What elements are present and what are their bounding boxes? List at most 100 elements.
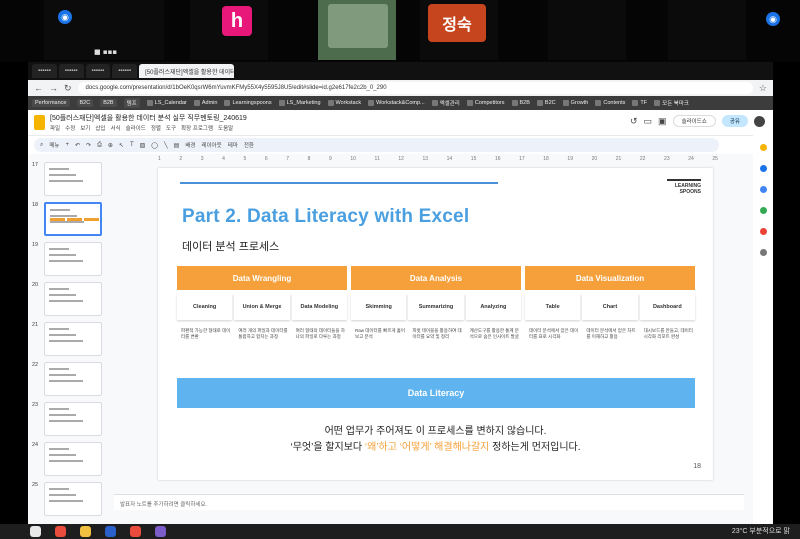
menu-item[interactable]: 삽입: [95, 124, 105, 132]
bookmark-item[interactable]: B2B: [511, 100, 530, 106]
slide-thumbnail[interactable]: [44, 202, 102, 236]
bookmark-item[interactable]: Workstack&Comp...: [368, 100, 425, 106]
menu-item[interactable]: 수정: [65, 124, 75, 132]
slide-thumbnail[interactable]: [44, 402, 102, 436]
bookmark-item[interactable]: Contents: [595, 100, 625, 106]
comment-icon[interactable]: ▭: [644, 116, 653, 127]
textbox-icon[interactable]: T: [130, 142, 134, 148]
image-icon[interactable]: ▨: [140, 142, 146, 149]
menu-item[interactable]: 정렬: [151, 124, 161, 132]
slideshow-button[interactable]: 슬라이드쇼: [672, 115, 716, 127]
print-icon[interactable]: ⎙: [97, 142, 102, 149]
bookmark-item[interactable]: Admin: [193, 100, 217, 106]
bookmark-item[interactable]: Performance: [32, 99, 70, 107]
bookmark-item[interactable]: Learningspoons: [224, 100, 272, 106]
bookmark-item[interactable]: Growth: [562, 100, 588, 106]
forward-icon[interactable]: →: [49, 83, 58, 93]
chrome-icon[interactable]: [55, 526, 66, 537]
toolbar-background[interactable]: 배경: [185, 141, 195, 149]
menu-item[interactable]: 파일: [50, 124, 60, 132]
slide-thumbnail[interactable]: [44, 322, 102, 356]
slides-logo-icon[interactable]: [34, 115, 45, 130]
bookmark-item[interactable]: B2C: [536, 100, 556, 106]
toolbar-layout[interactable]: 레이아웃: [201, 141, 221, 149]
app-icon[interactable]: [105, 526, 116, 537]
slide-thumbnail-row[interactable]: 21: [32, 322, 102, 356]
slide-thumbnail[interactable]: [44, 162, 102, 196]
app-icon[interactable]: [155, 526, 166, 537]
participant-tile[interactable]: [318, 0, 396, 60]
document-title[interactable]: [50플러스재단]엑셀을 활용한 데이터 분석 실무 직무멘토링_240619: [50, 113, 247, 123]
toolbar-transition[interactable]: 전환: [244, 141, 254, 149]
back-icon[interactable]: ←: [34, 83, 43, 93]
bookmark-item[interactable]: TF: [632, 100, 647, 106]
addon-icon[interactable]: [759, 228, 767, 235]
add-icon[interactable]: +: [66, 142, 70, 148]
bookmark-item[interactable]: 템프: [123, 98, 140, 108]
participant-tile[interactable]: 정숙: [420, 0, 498, 60]
share-button[interactable]: 공유: [721, 115, 748, 127]
menu-item[interactable]: 도구: [166, 124, 176, 132]
browser-tab[interactable]: ▪▪▪▪▪▪: [112, 64, 138, 78]
browser-tab[interactable]: ▪▪▪▪▪▪: [32, 64, 57, 78]
participant-tile[interactable]: h: [190, 0, 268, 60]
slide-thumbnail[interactable]: [44, 442, 102, 476]
history-icon[interactable]: ↺: [630, 116, 638, 127]
speaker-notes[interactable]: 발표자 노트를 추가하려면 클릭하세요.: [114, 494, 744, 510]
slide-thumbnail[interactable]: [44, 242, 102, 276]
participant-tile[interactable]: [548, 0, 626, 60]
browser-tab-active[interactable]: [50플러스재단]엑셀을 활용한 데이터 분석 실무: [139, 64, 235, 78]
slide-thumbnail-row[interactable]: 25: [32, 482, 102, 516]
slide-thumbnail-row[interactable]: 18: [32, 202, 102, 236]
menu-item[interactable]: 슬라이드: [126, 124, 146, 132]
line-icon[interactable]: ╲: [164, 142, 168, 149]
toolbar-theme[interactable]: 테마: [228, 141, 238, 149]
select-icon[interactable]: ↖: [119, 142, 124, 149]
folder-icon[interactable]: [80, 526, 91, 537]
menu-item[interactable]: 확장 프로그램: [181, 124, 213, 132]
url-input[interactable]: docs.google.com/presentation/d/1bOeK0qsr…: [77, 82, 753, 94]
comment-add-icon[interactable]: ▤: [174, 142, 180, 149]
undo-icon[interactable]: ↶: [75, 142, 80, 149]
slide-thumbnail-row[interactable]: 24: [32, 442, 102, 476]
slide-canvas[interactable]: LEARNING SPOONS Part 2. Data Literacy wi…: [158, 168, 713, 480]
slide-thumbnail[interactable]: [44, 362, 102, 396]
shape-icon[interactable]: ◯: [151, 142, 158, 149]
menu-item[interactable]: 서식: [111, 124, 121, 132]
slide-thumbnail-row[interactable]: 19: [32, 242, 102, 276]
slide-thumbnail-row[interactable]: 22: [32, 362, 102, 396]
search-icon[interactable]: ⌕: [40, 142, 43, 149]
browser-tab[interactable]: ▪▪▪▪▪▪: [58, 64, 84, 78]
bookmark-item[interactable]: Workstack: [327, 100, 361, 106]
menu-item[interactable]: 보기: [80, 124, 90, 132]
keep-icon[interactable]: [759, 144, 767, 151]
chrome-icon[interactable]: [130, 526, 141, 537]
add-icon[interactable]: [759, 249, 767, 256]
participant-tile[interactable]: ■ ▪▪▪: [86, 0, 164, 60]
reload-icon[interactable]: ↻: [64, 83, 72, 94]
contacts-icon[interactable]: [759, 186, 767, 193]
bookmark-item[interactable]: Competitors: [466, 100, 505, 106]
browser-tab[interactable]: ▪▪▪▪▪▪: [85, 64, 111, 78]
slide-thumbnail[interactable]: [44, 482, 102, 516]
star-icon[interactable]: ☆: [759, 83, 767, 94]
toolbar-menu[interactable]: 메뉴: [49, 141, 59, 149]
account-avatar[interactable]: [754, 115, 765, 127]
menu-item[interactable]: 도움말: [218, 124, 233, 132]
bookmark-item[interactable]: B2B: [100, 99, 117, 107]
slide-thumbnail-row[interactable]: 17: [32, 162, 102, 196]
tasks-icon[interactable]: [759, 165, 767, 172]
maps-icon[interactable]: [759, 207, 767, 214]
slide-thumbnail[interactable]: [44, 282, 102, 316]
redo-icon[interactable]: ↷: [86, 142, 91, 149]
bookmark-item[interactable]: LS_Calendar: [146, 100, 187, 106]
video-icon[interactable]: ▣: [658, 116, 667, 127]
zoom-icon[interactable]: ⊕: [108, 142, 113, 149]
bookmark-item[interactable]: LS_Marketing: [278, 100, 321, 106]
slide-thumbnail-row[interactable]: 20: [32, 282, 102, 316]
bookmark-item[interactable]: B2C: [76, 99, 94, 107]
bookmark-item[interactable]: 엑셀관리: [431, 99, 460, 107]
participant-tile[interactable]: [668, 0, 746, 60]
start-icon[interactable]: [30, 526, 41, 537]
bookmark-item[interactable]: 모든 북마크: [654, 99, 689, 107]
